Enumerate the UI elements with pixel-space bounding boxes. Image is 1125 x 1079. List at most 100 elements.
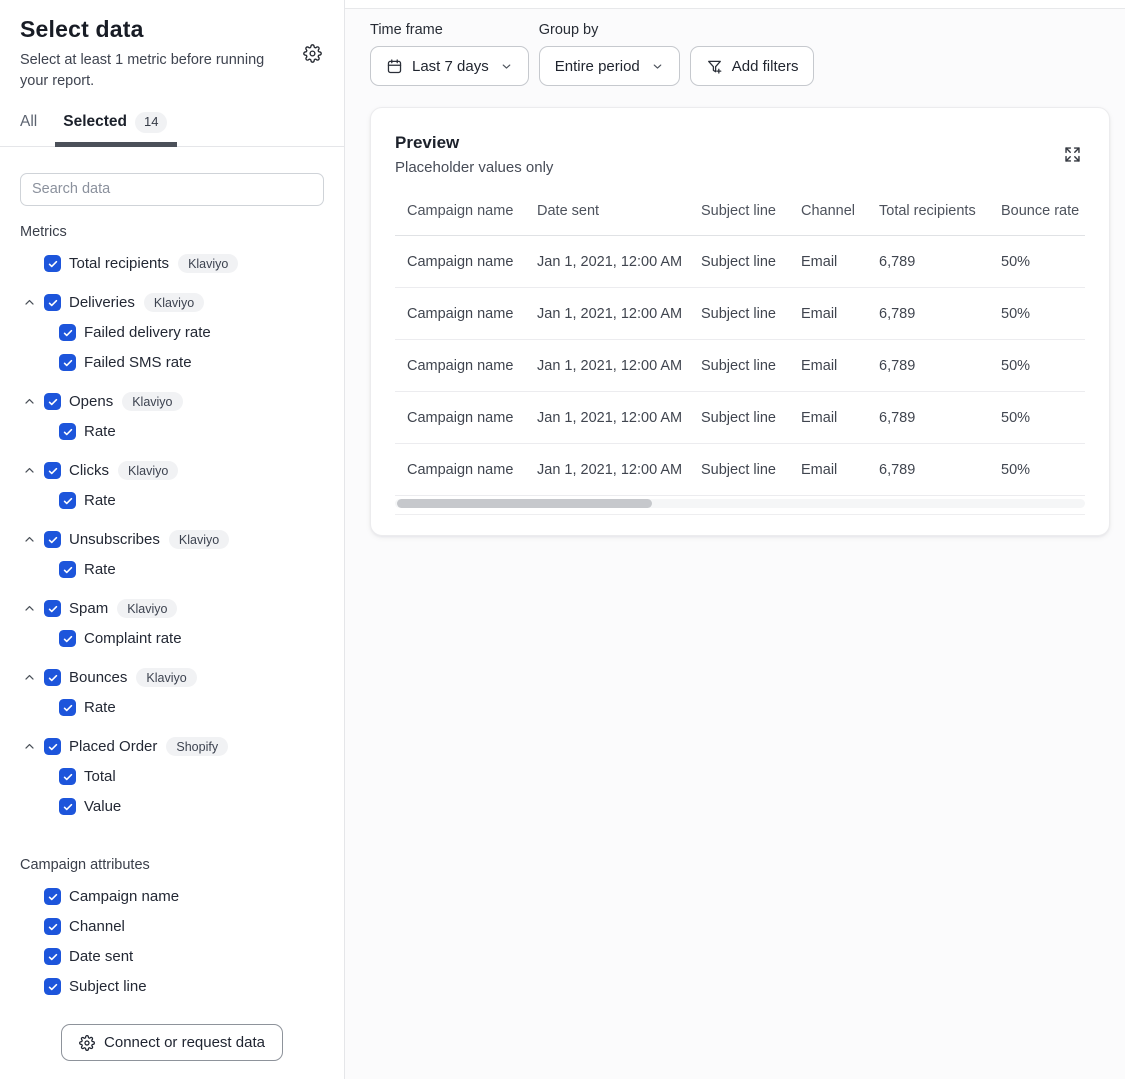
search-input[interactable] (20, 173, 324, 206)
settings-button[interactable] (298, 39, 326, 67)
group-by-group: Group by Entire period (539, 22, 680, 86)
submetric-checkbox[interactable] (59, 699, 76, 716)
gear-icon (79, 1035, 95, 1051)
chevron-up-icon[interactable] (22, 602, 36, 616)
tab-all[interactable]: All (20, 106, 37, 146)
metric-checkbox[interactable] (44, 600, 61, 617)
metric-checkbox[interactable] (44, 531, 61, 548)
submetric-checkbox[interactable] (59, 561, 76, 578)
data-tabs: All Selected 14 (0, 106, 344, 147)
submetric-checkbox[interactable] (59, 324, 76, 341)
chevron-up-icon[interactable] (22, 740, 36, 754)
report-toolbar: Time frame Last 7 days Group by Entire p… (370, 22, 1110, 86)
metric-group: Spam Klaviyo Complaint rate (20, 594, 324, 654)
source-badge: Klaviyo (144, 293, 204, 312)
attribute-checkbox[interactable] (44, 978, 61, 995)
submetric-checkbox[interactable] (59, 798, 76, 815)
table-cell: 50% (989, 358, 1085, 374)
metric-checkbox[interactable] (44, 462, 61, 479)
table-cell: Campaign name (395, 410, 525, 426)
metric-checkbox[interactable] (44, 393, 61, 410)
table-cell: Campaign name (395, 358, 525, 374)
attribute-checkbox[interactable] (44, 888, 61, 905)
metric-label: Deliveries (69, 294, 135, 311)
table-cell: 50% (989, 410, 1085, 426)
table-cell: Email (789, 254, 867, 270)
connect-button-area: Connect or request data (20, 1010, 324, 1061)
report-content: Time frame Last 7 days Group by Entire p… (345, 8, 1125, 1079)
submetric-label: Failed SMS rate (84, 354, 192, 371)
metric-row: Spam Klaviyo (20, 594, 324, 624)
metric-row: Bounces Klaviyo (20, 663, 324, 693)
attribute-label: Subject line (69, 978, 147, 995)
submetric-checkbox[interactable] (59, 768, 76, 785)
chevron-up-icon[interactable] (22, 464, 36, 478)
table-cell: 50% (989, 254, 1085, 270)
filter-plus-icon (706, 58, 723, 75)
metric-children: Rate (20, 693, 324, 723)
report-main-area: Time frame Last 7 days Group by Entire p… (345, 0, 1125, 1079)
metric-group: Total recipients Klaviyo (20, 249, 324, 279)
attribute-checkbox[interactable] (44, 918, 61, 935)
submetric-row: Complaint rate (20, 624, 324, 654)
table-cell: Campaign name (395, 254, 525, 270)
attribute-label: Date sent (69, 948, 133, 965)
metrics-list: Total recipients Klaviyo Deliveries Klav… (20, 249, 324, 831)
submetric-label: Rate (84, 492, 116, 509)
calendar-icon (386, 58, 403, 75)
attributes-section-label: Campaign attributes (20, 857, 324, 873)
metric-checkbox[interactable] (44, 669, 61, 686)
metric-label: Placed Order (69, 738, 157, 755)
metric-checkbox[interactable] (44, 294, 61, 311)
submetric-label: Value (84, 798, 121, 815)
submetric-checkbox[interactable] (59, 354, 76, 371)
submetric-checkbox[interactable] (59, 630, 76, 647)
chevron-up-icon[interactable] (22, 395, 36, 409)
chevron-up-icon[interactable] (22, 533, 36, 547)
metric-children: Rate (20, 417, 324, 447)
preview-header: Preview Placeholder values only (395, 133, 1085, 176)
submetric-row: Rate (20, 555, 324, 585)
table-row: Campaign nameJan 1, 2021, 12:00 AMSubjec… (395, 444, 1085, 496)
submetric-label: Complaint rate (84, 630, 182, 647)
metric-checkbox[interactable] (44, 255, 61, 272)
attribute-checkbox[interactable] (44, 948, 61, 965)
top-strip (345, 0, 1125, 8)
source-badge: Klaviyo (117, 599, 177, 618)
time-frame-dropdown[interactable]: Last 7 days (370, 46, 529, 86)
submetric-checkbox[interactable] (59, 423, 76, 440)
metric-checkbox[interactable] (44, 738, 61, 755)
metric-group: Unsubscribes Klaviyo Rate (20, 525, 324, 585)
chevron-up-icon[interactable] (22, 296, 36, 310)
submetric-label: Rate (84, 423, 116, 440)
submetric-checkbox[interactable] (59, 492, 76, 509)
connect-or-request-data-button[interactable]: Connect or request data (61, 1024, 283, 1061)
metric-group: Placed Order Shopify Total Value (20, 732, 324, 822)
submetric-row: Rate (20, 417, 324, 447)
expand-icon (1063, 145, 1082, 164)
submetric-row: Total (20, 762, 324, 792)
scrollbar-thumb[interactable] (397, 499, 652, 508)
table-cell: Campaign name (395, 462, 525, 478)
metric-row: Clicks Klaviyo (20, 456, 324, 486)
tab-selected[interactable]: Selected 14 (63, 106, 167, 146)
table-cell: Campaign name (395, 306, 525, 322)
chevron-up-icon[interactable] (22, 671, 36, 685)
tab-label: All (20, 113, 37, 131)
metric-children: Failed delivery rate Failed SMS rate (20, 318, 324, 378)
metrics-section-label: Metrics (20, 224, 324, 240)
table-cell: Subject line (689, 358, 789, 374)
metric-group: Deliveries Klaviyo Failed delivery rate … (20, 288, 324, 378)
panel-subtitle: Select at least 1 metric before running … (20, 50, 272, 92)
metric-label: Spam (69, 600, 108, 617)
metric-group: Clicks Klaviyo Rate (20, 456, 324, 516)
horizontal-scrollbar[interactable] (395, 499, 1085, 508)
expand-preview-button[interactable] (1059, 141, 1085, 167)
time-frame-group: Time frame Last 7 days (370, 22, 529, 86)
metric-children: Rate (20, 486, 324, 516)
table-cell: 50% (989, 306, 1085, 322)
metric-label: Total recipients (69, 255, 169, 272)
attribute-row: Campaign name (20, 882, 324, 912)
group-by-dropdown[interactable]: Entire period (539, 46, 680, 86)
add-filters-button[interactable]: Add filters (690, 46, 815, 86)
